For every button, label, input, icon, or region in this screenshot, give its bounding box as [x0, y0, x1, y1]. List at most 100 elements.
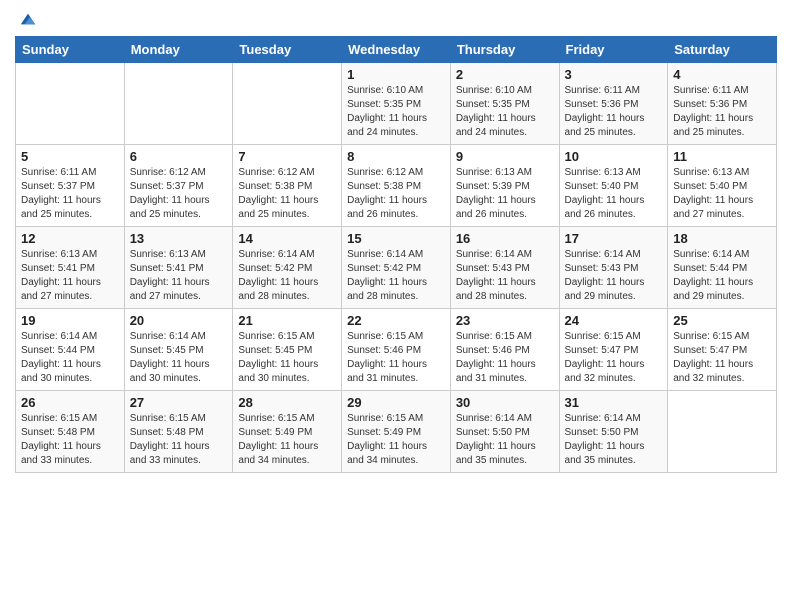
weekday-header-tuesday: Tuesday	[233, 37, 342, 63]
calendar-cell: 18Sunrise: 6:14 AM Sunset: 5:44 PM Dayli…	[668, 227, 777, 309]
calendar-cell: 4 Sunrise: 6:11 AM Sunset: 5:36 PM Daylig…	[668, 63, 777, 145]
day-info: Sunrise: 6:12 AM Sunset: 5:38 PM Dayligh…	[238, 166, 336, 222]
day-info: Sunrise: 6:11 AM Sunset: 5:37 PM Dayligh…	[21, 166, 119, 222]
calendar-cell: 12 Sunrise: 6:13 AM Sunset: 5:41 PM Dayli…	[16, 227, 125, 309]
day-number: 1	[347, 67, 445, 82]
day-number: 22	[347, 313, 445, 328]
day-info: Sunrise: 6:15 AM Sunset: 5:49 PM Dayligh…	[238, 412, 336, 468]
calendar-cell: 2 Sunrise: 6:10 AM Sunset: 5:35 PM Daylig…	[450, 63, 559, 145]
day-info: Sunrise: 6:12 AM Sunset: 5:37 PM Dayligh…	[130, 166, 228, 222]
day-info: Sunrise: 6:14 AM Sunset: 5:44 PM Dayligh…	[673, 248, 771, 304]
calendar-week-4: 26 Sunrise: 6:15 AM Sunset: 5:48 PM Dayli…	[16, 391, 777, 473]
calendar-cell: 31 Sunrise: 6:14 AM Sunset: 5:50 PM Dayli…	[559, 391, 668, 473]
calendar-week-3: 19 Sunrise: 6:14 AM Sunset: 5:44 PM Dayli…	[16, 309, 777, 391]
calendar-cell: 25Sunrise: 6:15 AM Sunset: 5:47 PM Dayli…	[668, 309, 777, 391]
calendar-week-2: 12 Sunrise: 6:13 AM Sunset: 5:41 PM Dayli…	[16, 227, 777, 309]
day-info: Sunrise: 6:14 AM Sunset: 5:42 PM Dayligh…	[347, 248, 445, 304]
calendar-cell: 28 Sunrise: 6:15 AM Sunset: 5:49 PM Dayli…	[233, 391, 342, 473]
day-info: Sunrise: 6:14 AM Sunset: 5:50 PM Dayligh…	[456, 412, 554, 468]
calendar-cell: 9 Sunrise: 6:13 AM Sunset: 5:39 PM Daylig…	[450, 145, 559, 227]
calendar: SundayMondayTuesdayWednesdayThursdayFrid…	[15, 36, 777, 473]
day-info: Sunrise: 6:15 AM Sunset: 5:46 PM Dayligh…	[456, 330, 554, 386]
day-number: 17	[565, 231, 663, 246]
day-number: 11	[673, 149, 771, 164]
calendar-cell: 21 Sunrise: 6:15 AM Sunset: 5:45 PM Dayli…	[233, 309, 342, 391]
day-number: 5	[21, 149, 119, 164]
day-info: Sunrise: 6:14 AM Sunset: 5:42 PM Dayligh…	[238, 248, 336, 304]
day-info: Sunrise: 6:13 AM Sunset: 5:41 PM Dayligh…	[130, 248, 228, 304]
calendar-cell: 16Sunrise: 6:14 AM Sunset: 5:43 PM Dayli…	[450, 227, 559, 309]
day-info: Sunrise: 6:14 AM Sunset: 5:43 PM Dayligh…	[565, 248, 663, 304]
day-info: Sunrise: 6:13 AM Sunset: 5:40 PM Dayligh…	[673, 166, 771, 222]
weekday-header-friday: Friday	[559, 37, 668, 63]
weekday-header-monday: Monday	[124, 37, 233, 63]
calendar-cell	[124, 63, 233, 145]
calendar-cell: 17 Sunrise: 6:14 AM Sunset: 5:43 PM Dayli…	[559, 227, 668, 309]
day-info: Sunrise: 6:13 AM Sunset: 5:41 PM Dayligh…	[21, 248, 119, 304]
day-info: Sunrise: 6:13 AM Sunset: 5:39 PM Dayligh…	[456, 166, 554, 222]
calendar-cell: 22 Sunrise: 6:15 AM Sunset: 5:46 PM Dayli…	[342, 309, 451, 391]
day-info: Sunrise: 6:14 AM Sunset: 5:44 PM Dayligh…	[21, 330, 119, 386]
day-number: 23	[456, 313, 554, 328]
calendar-cell	[16, 63, 125, 145]
calendar-week-1: 5 Sunrise: 6:11 AM Sunset: 5:37 PM Daylig…	[16, 145, 777, 227]
day-info: Sunrise: 6:11 AM Sunset: 5:36 PM Dayligh…	[565, 84, 663, 140]
header	[15, 10, 777, 28]
day-info: Sunrise: 6:10 AM Sunset: 5:35 PM Dayligh…	[456, 84, 554, 140]
logo	[15, 10, 37, 28]
day-info: Sunrise: 6:15 AM Sunset: 5:45 PM Dayligh…	[238, 330, 336, 386]
calendar-cell: 5 Sunrise: 6:11 AM Sunset: 5:37 PM Daylig…	[16, 145, 125, 227]
day-info: Sunrise: 6:15 AM Sunset: 5:48 PM Dayligh…	[130, 412, 228, 468]
day-number: 15	[347, 231, 445, 246]
day-number: 28	[238, 395, 336, 410]
day-number: 30	[456, 395, 554, 410]
calendar-cell	[668, 391, 777, 473]
day-number: 2	[456, 67, 554, 82]
day-number: 7	[238, 149, 336, 164]
day-number: 4	[673, 67, 771, 82]
calendar-cell: 30 Sunrise: 6:14 AM Sunset: 5:50 PM Dayli…	[450, 391, 559, 473]
day-info: Sunrise: 6:15 AM Sunset: 5:46 PM Dayligh…	[347, 330, 445, 386]
page: SundayMondayTuesdayWednesdayThursdayFrid…	[0, 0, 792, 612]
calendar-cell: 19 Sunrise: 6:14 AM Sunset: 5:44 PM Dayli…	[16, 309, 125, 391]
day-info: Sunrise: 6:14 AM Sunset: 5:50 PM Dayligh…	[565, 412, 663, 468]
day-number: 24	[565, 313, 663, 328]
calendar-cell: 29Sunrise: 6:15 AM Sunset: 5:49 PM Dayli…	[342, 391, 451, 473]
calendar-cell: 23 Sunrise: 6:15 AM Sunset: 5:46 PM Dayli…	[450, 309, 559, 391]
day-info: Sunrise: 6:12 AM Sunset: 5:38 PM Dayligh…	[347, 166, 445, 222]
day-number: 20	[130, 313, 228, 328]
day-number: 8	[347, 149, 445, 164]
calendar-cell: 26 Sunrise: 6:15 AM Sunset: 5:48 PM Dayli…	[16, 391, 125, 473]
day-number: 10	[565, 149, 663, 164]
weekday-header-row: SundayMondayTuesdayWednesdayThursdayFrid…	[16, 37, 777, 63]
day-info: Sunrise: 6:10 AM Sunset: 5:35 PM Dayligh…	[347, 84, 445, 140]
day-number: 27	[130, 395, 228, 410]
calendar-cell: 14 Sunrise: 6:14 AM Sunset: 5:42 PM Dayli…	[233, 227, 342, 309]
day-number: 26	[21, 395, 119, 410]
day-number: 9	[456, 149, 554, 164]
calendar-cell: 24Sunrise: 6:15 AM Sunset: 5:47 PM Dayli…	[559, 309, 668, 391]
day-number: 13	[130, 231, 228, 246]
day-number: 29	[347, 395, 445, 410]
weekday-header-thursday: Thursday	[450, 37, 559, 63]
calendar-cell: 11 Sunrise: 6:13 AM Sunset: 5:40 PM Dayli…	[668, 145, 777, 227]
day-number: 14	[238, 231, 336, 246]
calendar-week-0: 1 Sunrise: 6:10 AM Sunset: 5:35 PM Daylig…	[16, 63, 777, 145]
day-number: 6	[130, 149, 228, 164]
day-number: 19	[21, 313, 119, 328]
day-info: Sunrise: 6:14 AM Sunset: 5:43 PM Dayligh…	[456, 248, 554, 304]
calendar-cell: 6 Sunrise: 6:12 AM Sunset: 5:37 PM Daylig…	[124, 145, 233, 227]
day-number: 21	[238, 313, 336, 328]
calendar-cell: 15 Sunrise: 6:14 AM Sunset: 5:42 PM Dayli…	[342, 227, 451, 309]
day-number: 31	[565, 395, 663, 410]
day-number: 12	[21, 231, 119, 246]
weekday-header-saturday: Saturday	[668, 37, 777, 63]
day-number: 25	[673, 313, 771, 328]
day-info: Sunrise: 6:15 AM Sunset: 5:48 PM Dayligh…	[21, 412, 119, 468]
day-number: 3	[565, 67, 663, 82]
logo-icon	[19, 10, 37, 28]
calendar-cell: 10Sunrise: 6:13 AM Sunset: 5:40 PM Dayli…	[559, 145, 668, 227]
calendar-cell: 20Sunrise: 6:14 AM Sunset: 5:45 PM Dayli…	[124, 309, 233, 391]
day-info: Sunrise: 6:11 AM Sunset: 5:36 PM Dayligh…	[673, 84, 771, 140]
calendar-cell: 8 Sunrise: 6:12 AM Sunset: 5:38 PM Daylig…	[342, 145, 451, 227]
